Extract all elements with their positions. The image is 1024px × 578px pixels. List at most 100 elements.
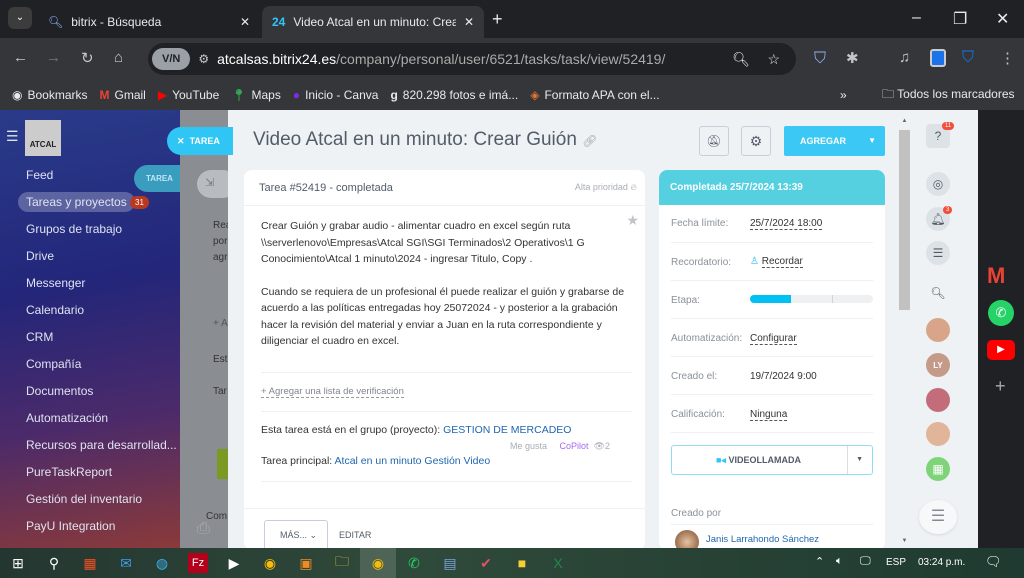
favorite-star-icon[interactable]: ★ <box>626 212 639 229</box>
home-icon[interactable]: ⌂ <box>114 49 123 66</box>
hamburger-icon[interactable]: ☰ <box>6 128 19 145</box>
extension-shield-icon[interactable]: ⛉ <box>814 50 826 68</box>
mail-icon[interactable]: ✉ <box>108 548 144 578</box>
sidebar-item-dev-resources[interactable]: Recursos para desarrollad... <box>26 438 177 452</box>
user-avatar[interactable] <box>926 422 950 446</box>
automation-link[interactable]: Configurar <box>750 333 797 345</box>
add-checklist-link[interactable]: + Agregar una lista de verificación <box>261 386 404 398</box>
volume-icon[interactable]: 🔈︎ <box>836 555 843 568</box>
site-info-icon[interactable]: ⚙ <box>198 52 209 66</box>
chrome-icon[interactable]: ◉ <box>252 548 288 578</box>
edit-button[interactable]: EDITAR <box>339 530 371 540</box>
close-tab-icon[interactable]: ✕ <box>240 15 250 29</box>
sidebar-item-inventory[interactable]: Gestión del inventario <box>26 492 142 506</box>
gmail-icon[interactable]: M <box>987 263 1005 289</box>
sidebar-item-tasks[interactable]: Tareas y proyectos <box>18 192 135 212</box>
chrome-active-icon[interactable]: ◉ <box>360 548 396 578</box>
excel-icon[interactable]: X <box>540 548 576 578</box>
network-app-icon[interactable]: ▤ <box>432 548 468 578</box>
network-icon[interactable]: 🖵︎ <box>860 555 871 568</box>
media-icon[interactable]: ♫ <box>899 49 910 66</box>
new-tab-button[interactable]: + <box>492 9 503 30</box>
copilot-button[interactable]: CoPilot <box>560 441 589 451</box>
sidebar-item-feed[interactable]: Feed <box>26 168 53 182</box>
maximize-button[interactable]: ❐ <box>953 9 967 29</box>
sidebar-item-calendar[interactable]: Calendario <box>26 303 84 317</box>
notifications-icon[interactable]: 🗨︎ <box>985 554 1002 570</box>
user-avatar[interactable]: LY <box>926 353 950 377</box>
sidebar-item-company[interactable]: Compañía <box>26 357 81 371</box>
bookmark-photos[interactable]: g 820.298 fotos e imá... <box>390 88 518 102</box>
security-icon[interactable]: ⛉ <box>962 49 974 67</box>
back-icon[interactable]: ← <box>13 49 28 66</box>
clock[interactable]: 03:24 p.m. <box>918 557 965 568</box>
sidebar-item-puretaskreport[interactable]: PureTaskReport <box>26 465 112 479</box>
search-icon[interactable]: ⚲ <box>36 548 72 578</box>
group-link[interactable]: GESTION DE MERCADEO <box>443 424 571 436</box>
settings-button[interactable]: ⚙ <box>741 126 771 156</box>
file-explorer-icon[interactable]: 🗀 <box>324 548 360 578</box>
sidebar-item-drive[interactable]: Drive <box>26 249 54 263</box>
chat-button[interactable]: ☰ <box>926 241 950 265</box>
tab-task[interactable]: 24Video Atcal en un minuto: Crear Guión✕ <box>262 6 484 38</box>
close-window-button[interactable]: ✕ <box>996 9 1009 29</box>
sidebar-icon[interactable] <box>930 49 946 67</box>
media-player-icon[interactable]: ▶ <box>216 548 252 578</box>
bookmark-gmail[interactable]: M Gmail <box>100 88 146 102</box>
creator-avatar[interactable] <box>675 530 699 550</box>
bookmark-apa[interactable]: ◈ Formato APA con el... <box>530 88 659 102</box>
parent-task-link[interactable]: Atcal en un minuto Gestión Video <box>335 455 491 467</box>
calendar-button[interactable]: ▦ <box>926 457 950 481</box>
player-icon[interactable]: ▣ <box>288 548 324 578</box>
user-avatar[interactable] <box>926 318 950 342</box>
forward-icon[interactable]: → <box>46 49 61 66</box>
whatsapp-icon[interactable]: ✆ <box>988 300 1014 326</box>
menu-button[interactable]: ☰ <box>919 500 957 534</box>
add-button[interactable]: AGREGAR ▼ <box>784 126 885 156</box>
address-bar[interactable]: V/N ⚙ atcalsas.bitrix24.es/company/perso… <box>148 43 796 75</box>
start-icon[interactable]: ⊞ <box>0 548 36 578</box>
rating-value[interactable]: Ninguna <box>750 409 788 421</box>
reminder-value[interactable]: ♙ Recordar <box>750 256 803 268</box>
filezilla-icon[interactable]: Fz <box>188 553 208 573</box>
chevron-down-icon[interactable]: ▼ <box>868 126 876 156</box>
vpn-badge[interactable]: V/N <box>152 48 191 70</box>
scrollbar[interactable]: ▲ ▼ <box>897 110 912 548</box>
bookmark-maps[interactable]: 📍︎ Maps <box>231 88 281 102</box>
user-avatar[interactable] <box>926 388 950 412</box>
youtube-icon[interactable]: ▶ <box>987 340 1015 360</box>
star-icon[interactable]: ☆ <box>767 51 780 68</box>
zoom-icon[interactable]: 🔍︎ <box>732 51 750 68</box>
sidebar-item-messenger[interactable]: Messenger <box>26 276 85 290</box>
scroll-up-icon[interactable]: ▲ <box>897 118 912 124</box>
mute-button[interactable]: 🔕︎ <box>699 126 729 156</box>
store-icon[interactable]: ▦ <box>72 548 108 578</box>
close-tab-icon[interactable]: ✕ <box>464 15 474 29</box>
sidebar-item-automation[interactable]: Automatización <box>26 411 108 425</box>
video-call-button[interactable]: ■◂ VIDEOLLAMADA ▼ <box>671 445 873 475</box>
add-app-icon[interactable]: + <box>995 376 1006 397</box>
sidebar-item-crm[interactable]: CRM <box>26 330 53 344</box>
bookmark-canva[interactable]: ● Inicio - Canva <box>293 88 379 102</box>
tray-chevron-icon[interactable]: ⌃ <box>815 555 824 568</box>
sidebar-item-groups[interactable]: Grupos de trabajo <box>26 222 122 236</box>
scroll-down-icon[interactable]: ▼ <box>897 538 912 544</box>
todo-icon[interactable]: ✔ <box>468 548 504 578</box>
sticky-notes-icon[interactable]: ■ <box>504 548 540 578</box>
link-icon[interactable]: 🔗︎ <box>582 134 597 148</box>
chevron-down-icon[interactable]: ▼ <box>847 446 863 474</box>
minimize-button[interactable]: – <box>912 9 921 27</box>
bookmark-youtube[interactable]: ▶ YouTube <box>158 88 219 102</box>
more-bookmarks-icon[interactable]: » <box>840 88 847 102</box>
sidebar-item-documents[interactable]: Documentos <box>26 384 93 398</box>
search-button[interactable]: 🔍︎ <box>926 281 950 305</box>
tab-list-button[interactable]: ⌄ <box>8 7 32 29</box>
bookmark-bookmarks[interactable]: ◉ Bookmarks <box>12 88 88 102</box>
reload-icon[interactable]: ↻ <box>81 49 94 67</box>
copilot-button[interactable]: ◎ <box>926 172 950 196</box>
sidebar-item-payu[interactable]: PayU Integration <box>26 519 115 533</box>
like-button[interactable]: Me gusta <box>510 441 547 451</box>
all-bookmarks[interactable]: 🗀 Todos los marcadores <box>882 85 1015 106</box>
extensions-icon[interactable]: ✱ <box>846 49 859 67</box>
deadline-value[interactable]: 25/7/2024 18:00 <box>750 218 823 230</box>
